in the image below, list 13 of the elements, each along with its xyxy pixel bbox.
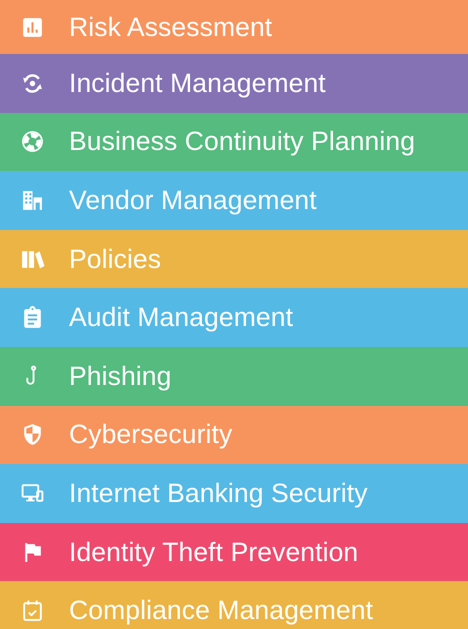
calendar-icon [20,598,45,624]
menu-item[interactable]: Identity Theft Prevention [0,522,468,582]
menu-item[interactable]: Policies [0,230,468,288]
menu-item[interactable]: Risk Assessment [0,0,468,54]
menu-item[interactable]: Cybersecurity [0,406,468,464]
menu-item[interactable]: Incident Management [0,54,468,113]
menu-item[interactable]: Internet Banking Security [0,464,468,523]
menu-item[interactable]: Vendor Management [0,171,468,230]
menu-item[interactable]: Phishing [0,346,468,406]
menu-item[interactable]: Business Continuity Planning [0,112,468,172]
menu-item[interactable]: Audit Management [0,288,468,347]
lifebuoy-icon [20,129,45,154]
menu-item[interactable]: Compliance Management [0,581,468,629]
